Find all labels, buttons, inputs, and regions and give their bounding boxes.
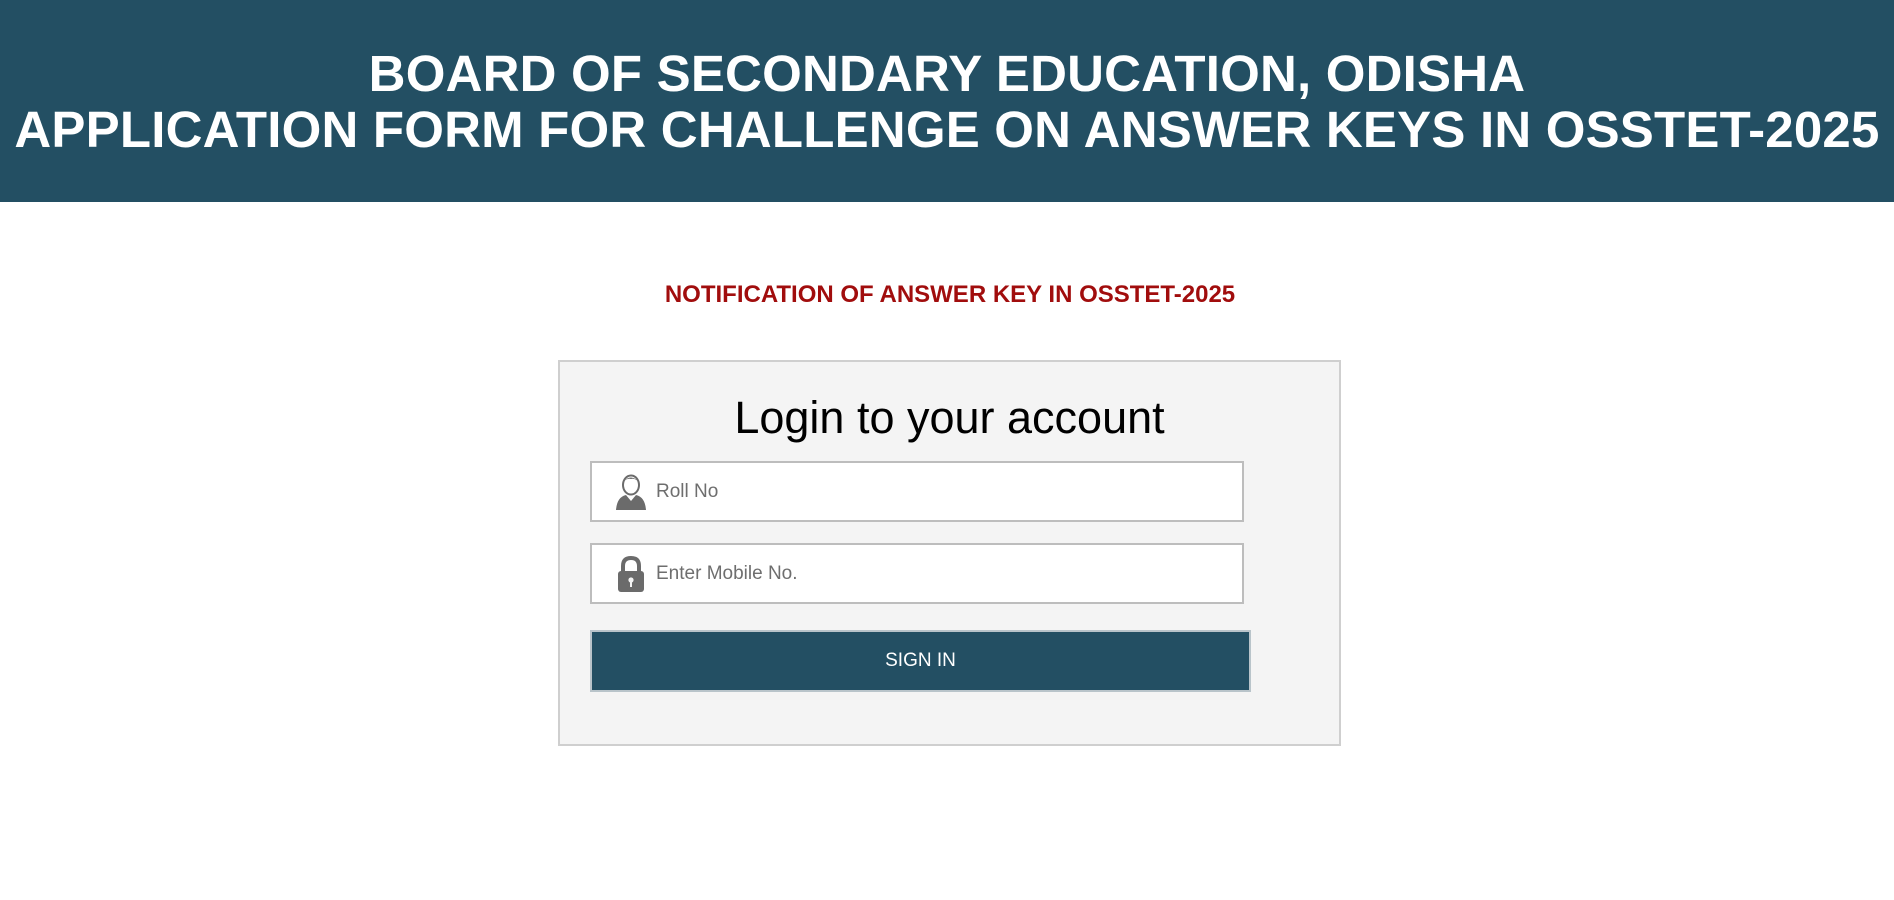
mobile-field — [590, 543, 1244, 604]
header-board-title: BOARD OF SECONDARY EDUCATION, ODISHA — [368, 45, 1526, 102]
notification-link[interactable]: NOTIFICATION OF ANSWER KEY IN OSSTET-202… — [0, 280, 1894, 310]
user-icon — [614, 473, 648, 511]
login-title: Login to your account — [734, 392, 1165, 443]
mobile-no-input[interactable] — [656, 545, 1216, 602]
roll-no-input[interactable] — [656, 463, 1216, 520]
lock-icon — [614, 555, 648, 593]
page-header: BOARD OF SECONDARY EDUCATION, ODISHA APP… — [0, 0, 1894, 202]
header-form-title: APPLICATION FORM FOR CHALLENGE ON ANSWER… — [14, 101, 1880, 158]
sign-in-button[interactable]: SIGN IN — [590, 630, 1251, 692]
roll-no-field — [590, 461, 1244, 522]
login-panel: Login to your account SIGN IN — [558, 360, 1341, 746]
